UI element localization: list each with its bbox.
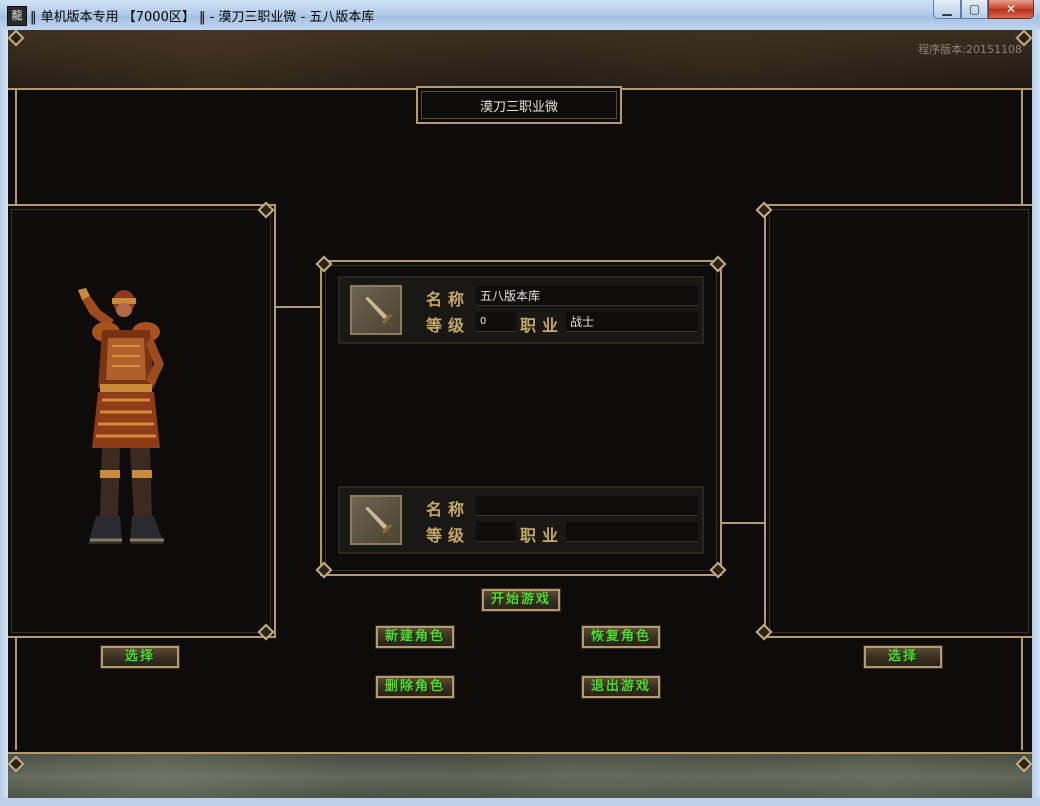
slot-2-name-value xyxy=(476,496,698,516)
new-character-button[interactable]: 新建角色 xyxy=(375,625,455,649)
corner-ornament-icon xyxy=(257,201,275,219)
sword-icon xyxy=(350,285,402,335)
window-titlebar[interactable]: 龍 ‖ 单机版本专用 【7000区】 ‖ - 漠刀三职业微 - 五八版本库 ▁ … xyxy=(0,0,1040,31)
window-controls: ▁ ▢ ✕ xyxy=(933,0,1034,22)
restore-character-button[interactable]: 恢复角色 xyxy=(581,625,661,649)
maximize-button[interactable]: ▢ xyxy=(961,0,988,19)
select-left-button[interactable]: 选择 xyxy=(100,645,180,669)
character-slot-1[interactable]: 名称 五八版本库 等级 0 职业 战士 xyxy=(338,276,704,344)
right-connector-line xyxy=(722,522,764,524)
exit-game-button[interactable]: 退出游戏 xyxy=(581,675,661,699)
sword-icon xyxy=(350,495,402,545)
top-stone-border: 程序版本:20151108 xyxy=(8,30,1032,90)
slot-2-class-value xyxy=(566,522,698,542)
slot-2-level-label: 等级 xyxy=(426,526,471,545)
app-icon: 龍 xyxy=(7,6,27,26)
character-slots-panel: 名称 五八版本库 等级 0 职业 战士 名称 等级 职业 xyxy=(315,255,727,579)
slot-1-class-label: 职业 xyxy=(520,316,565,335)
start-game-button[interactable]: 开始游戏 xyxy=(481,588,561,612)
bottom-stone-border xyxy=(8,752,1032,798)
version-label: 程序版本:20151108 xyxy=(918,43,1022,56)
delete-character-button[interactable]: 删除角色 xyxy=(375,675,455,699)
left-connector-line xyxy=(276,306,320,308)
close-button[interactable]: ✕ xyxy=(988,0,1034,19)
window-border-bottom xyxy=(0,798,1040,806)
slot-2-class-label: 职业 xyxy=(520,526,565,545)
character-slot-2[interactable]: 名称 等级 职业 xyxy=(338,486,704,554)
slot-1-name-label: 名称 xyxy=(426,290,471,309)
game-area: 程序版本:20151108 漠刀三职业微 名称 五八版本库 等级 0 职业 战士… xyxy=(8,30,1032,798)
window-border-left xyxy=(0,30,8,806)
right-character-panel[interactable] xyxy=(755,201,1032,641)
slot-1-level-label: 等级 xyxy=(426,316,471,335)
slot-1-name-value: 五八版本库 xyxy=(476,286,698,306)
slot-1-level-value: 0 xyxy=(476,312,516,332)
select-right-button[interactable]: 选择 xyxy=(863,645,943,669)
server-name-box: 漠刀三职业微 xyxy=(416,86,622,124)
slot-1-class-value: 战士 xyxy=(566,312,698,332)
warrior-character[interactable] xyxy=(68,288,178,550)
slot-2-level-value xyxy=(476,522,516,542)
corner-ornament-icon xyxy=(257,623,275,641)
window-title: ‖ 单机版本专用 【7000区】 ‖ - 漠刀三职业微 - 五八版本库 xyxy=(30,10,375,25)
window-border-right xyxy=(1032,30,1040,806)
server-name: 漠刀三职业微 xyxy=(479,99,558,115)
minimize-button[interactable]: ▁ xyxy=(933,0,961,19)
slot-2-name-label: 名称 xyxy=(426,500,471,519)
